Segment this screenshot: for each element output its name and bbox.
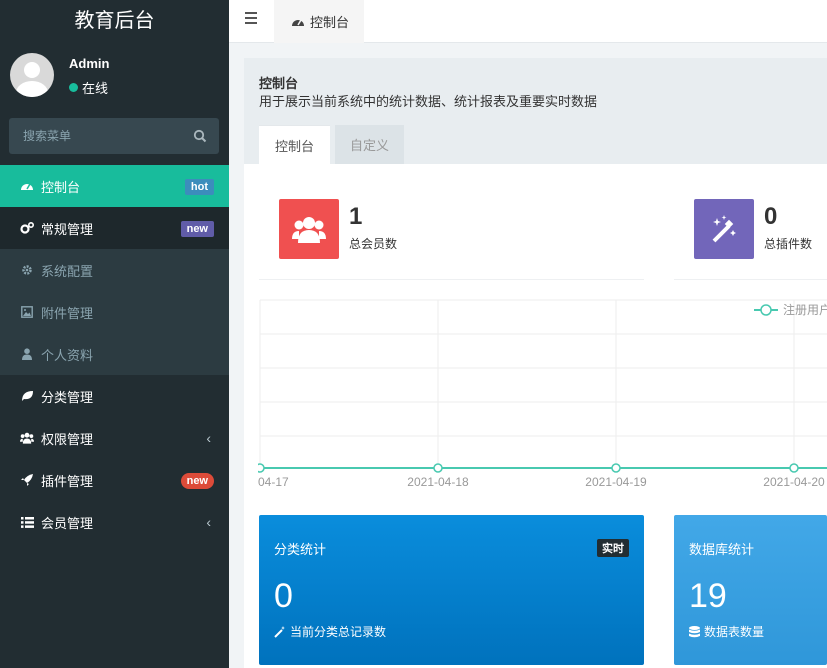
sidebar-item-general[interactable]: 常规管理 new [0,207,229,249]
new-badge: new [180,473,214,489]
data-point [789,463,799,473]
registration-chart: 04-17 2021-04-18 2021-04-19 2021-04-20 注册用户 [255,296,827,496]
sidebar-item-label: 个人资料 [41,347,94,363]
database-stats-card: 数据库统计 19 数据表数量 [674,515,827,665]
leaf-icon [20,389,34,403]
tab-custom[interactable]: 自定义 [335,125,404,164]
database-icon [689,625,700,637]
users-icon [292,217,326,243]
stat-label: 总会员数 [349,237,398,251]
dashboard-icon [292,19,304,26]
menu-toggle-icon[interactable] [245,12,257,24]
user-name: Admin [69,56,110,71]
sidebar-item-member[interactable]: 会员管理 ‹ [0,501,229,543]
x-tick-label: 2021-04-20 [763,475,825,489]
sidebar: 教育后台 Admin 在线 控制台 hot 常规管理 new 系统配置 附件管理 [0,0,229,668]
category-stats-card: 分类统计 实时 0 当前分类总记录数 [259,515,644,665]
sidebar-search [9,118,219,154]
user-status-label: 在线 [82,81,109,96]
page-subtitle: 用于展示当前系统中的统计数据、统计报表及重要实时数据 [259,94,598,109]
data-point [255,463,265,473]
sidebar-item-label: 常规管理 [41,221,94,237]
card-subtitle-text: 数据表数量 [704,625,765,639]
sidebar-item-label: 分类管理 [41,389,94,405]
tab-dashboard[interactable]: 控制台 [274,0,364,43]
line-chart: 04-17 2021-04-18 2021-04-19 2021-04-20 注册用户 [255,299,827,489]
stat-icon-box [694,199,754,259]
rocket-icon [20,473,34,487]
card-value: 0 [274,577,293,615]
avatar [10,53,54,97]
topbar: 控制台 [229,0,827,43]
sidebar-item-label: 会员管理 [41,515,94,531]
group-icon [20,431,34,445]
realtime-badge: 实时 [597,539,629,557]
sidebar-item-auth[interactable]: 权限管理 ‹ [0,417,229,459]
sidebar-item-label: 权限管理 [41,431,94,447]
x-tick-label: 2021-04-19 [585,475,647,489]
divider [259,279,644,280]
list-icon [20,515,34,529]
sidebar-item-label: 附件管理 [41,305,94,321]
x-tick-label: 2021-04-18 [407,475,469,489]
stat-icon-box [279,199,339,259]
chevron-left-icon: ‹ [206,514,211,530]
sidebar-item-profile[interactable]: 个人资料 [0,333,229,375]
sidebar-item-label: 插件管理 [41,473,94,489]
card-title: 分类统计 [274,542,327,557]
hot-badge: hot [184,179,214,195]
page-title: 控制台 [259,76,299,91]
search-icon[interactable] [193,129,207,143]
divider [674,279,827,280]
sidebar-menu: 控制台 hot 常规管理 new 系统配置 附件管理 个人资料 分类管理 权限管… [0,165,229,543]
user-icon [20,347,34,361]
chevron-left-icon: ‹ [206,430,211,446]
magic-icon [712,215,736,243]
tab-label: 控制台 [310,15,350,30]
status-dot-icon [69,83,78,92]
data-point [611,463,621,473]
user-panel: Admin 在线 [10,50,220,100]
cog-icon [20,263,34,277]
tab-dashboard-panel[interactable]: 控制台 [259,125,330,164]
sidebar-item-dashboard[interactable]: 控制台 hot [0,165,229,207]
card-value: 19 [689,577,727,615]
image-icon [20,305,34,319]
card-subtitle-text: 当前分类总记录数 [290,625,387,639]
stat-value: 1 [349,203,363,230]
card-subtitle: 当前分类总记录数 [274,623,386,640]
data-point [433,463,443,473]
user-status: 在线 [69,78,108,97]
card-subtitle: 数据表数量 [689,623,764,640]
sidebar-item-category[interactable]: 分类管理 [0,375,229,417]
sidebar-item-label: 系统配置 [41,263,94,279]
stat-members: 1 总会员数 [279,199,639,279]
card-title: 数据库统计 [689,542,755,557]
new-badge: new [180,221,214,237]
stat-addons: 0 总插件数 [694,199,827,279]
sidebar-item-attachment[interactable]: 附件管理 [0,291,229,333]
stat-value: 0 [764,203,778,230]
legend-label: 注册用户 [783,302,827,317]
legend-marker [760,304,772,316]
sidebar-item-addon[interactable]: 插件管理 new [0,459,229,501]
brand-title[interactable]: 教育后台 [0,0,229,37]
sidebar-item-config[interactable]: 系统配置 [0,249,229,291]
cogs-icon [20,221,34,235]
magic-icon [274,625,285,638]
x-tick-label: 04-17 [258,475,289,489]
dashboard-icon [20,179,34,193]
sidebar-item-label: 控制台 [41,179,81,195]
search-input[interactable] [9,118,184,154]
stat-label: 总插件数 [764,237,813,251]
panel-heading [244,58,827,164]
